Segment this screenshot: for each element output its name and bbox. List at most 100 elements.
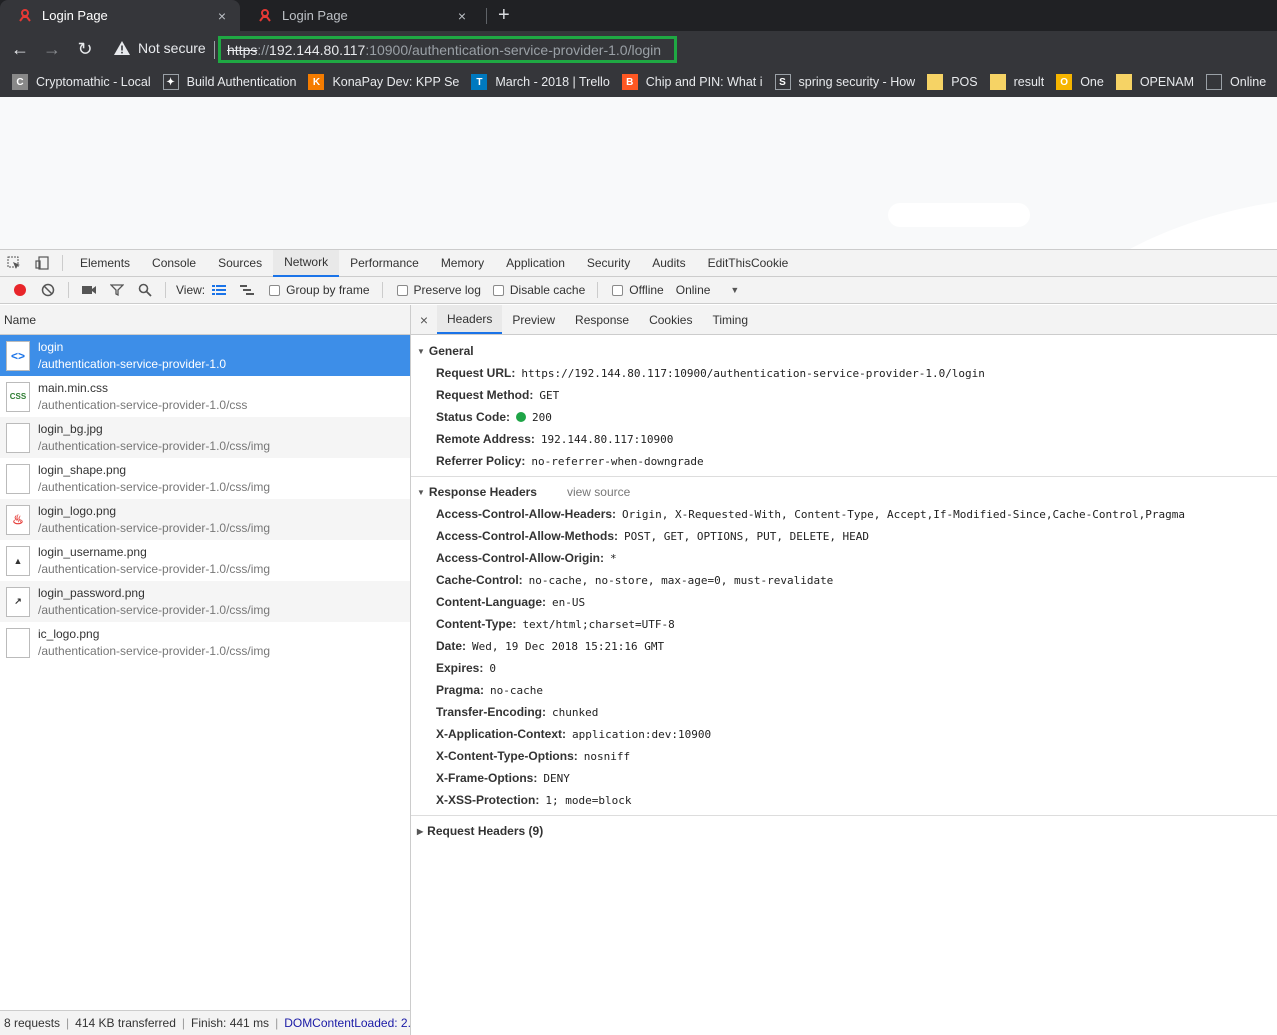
header-name: Access-Control-Allow-Methods: bbox=[436, 529, 619, 543]
devtools-tab-sources[interactable]: Sources bbox=[207, 250, 273, 277]
record-icon[interactable] bbox=[11, 281, 29, 299]
device-toolbar-icon[interactable] bbox=[33, 254, 51, 272]
devtools-tab-editthiscookie[interactable]: EditThisCookie bbox=[697, 250, 800, 277]
tab-close-icon[interactable]: × bbox=[214, 8, 230, 24]
security-indicator[interactable]: Not secure bbox=[114, 40, 206, 56]
request-text: login_logo.png/authentication-service-pr… bbox=[38, 503, 270, 537]
request-row[interactable]: ▲ login_username.png/authentication-servi… bbox=[0, 540, 410, 581]
header-row: Date: Wed, 19 Dec 2018 15:21:16 GMT bbox=[411, 635, 1277, 657]
file-type-icon: ↗ bbox=[6, 586, 30, 617]
browser-tab-active[interactable]: Login Page × bbox=[0, 0, 240, 31]
preserve-log-checkbox[interactable]: Preserve log bbox=[396, 283, 481, 297]
reload-button[interactable]: ↻ bbox=[73, 37, 97, 61]
bookmark-item[interactable]: POS bbox=[927, 74, 978, 90]
request-row[interactable]: CSS main.min.css/authentication-service-p… bbox=[0, 376, 410, 417]
waterfall-overview-icon[interactable] bbox=[238, 281, 256, 299]
request-text: login_username.png/authentication-servic… bbox=[38, 544, 270, 578]
tab-close-icon[interactable]: × bbox=[454, 8, 470, 24]
dom-content-loaded-time: DOMContentLoaded: 2... bbox=[284, 1016, 411, 1030]
address-bar[interactable]: https://192.144.80.117:10900/authenticat… bbox=[218, 36, 677, 63]
request-name: ic_logo.png bbox=[38, 626, 100, 641]
new-tab-button[interactable]: + bbox=[498, 3, 510, 27]
screenshot-camera-icon[interactable] bbox=[80, 281, 98, 299]
bookmark-item[interactable]: T March - 2018 | Trello bbox=[471, 74, 610, 90]
devtools-tab-elements[interactable]: Elements bbox=[69, 250, 141, 277]
bookmark-item[interactable]: B Chip and PIN: What i bbox=[621, 74, 763, 90]
tab-title: Login Page bbox=[282, 8, 348, 23]
checkbox-box[interactable] bbox=[492, 284, 504, 296]
header-name: X-Application-Context: bbox=[436, 727, 566, 741]
request-row[interactable]: ↗ login_password.png/authentication-servi… bbox=[0, 581, 410, 622]
request-text: login_shape.png/authentication-service-p… bbox=[38, 462, 270, 496]
bookmark-item[interactable]: Online bbox=[1206, 74, 1266, 90]
detail-tab-response[interactable]: Response bbox=[565, 305, 639, 334]
back-button[interactable]: ← bbox=[8, 37, 32, 61]
column-header-name[interactable]: Name bbox=[0, 305, 410, 335]
clear-icon[interactable] bbox=[39, 281, 57, 299]
header-name: Date: bbox=[436, 639, 467, 653]
detail-tab-timing[interactable]: Timing bbox=[702, 305, 758, 334]
request-row[interactable]: login_shape.png/authentication-service-p… bbox=[0, 458, 410, 499]
forward-button[interactable]: → bbox=[40, 37, 64, 61]
request-row[interactable]: ic_logo.png/authentication-service-provi… bbox=[0, 622, 410, 663]
bookmark-item[interactable]: C Cryptomathic - Local bbox=[12, 74, 151, 90]
bookmark-label: spring security - How bbox=[798, 75, 916, 89]
bookmark-item[interactable]: ✦ Build Authentication bbox=[162, 74, 296, 90]
bookmark-favicon-icon bbox=[989, 74, 1006, 90]
search-icon[interactable] bbox=[136, 281, 154, 299]
warning-icon bbox=[114, 41, 130, 55]
bookmark-label: Chip and PIN: What i bbox=[645, 75, 763, 89]
request-name: login_logo.png bbox=[38, 503, 117, 518]
devtools-tab-performance[interactable]: Performance bbox=[339, 250, 430, 277]
header-name: Request URL: bbox=[436, 366, 516, 380]
filter-icon[interactable] bbox=[108, 281, 126, 299]
network-toolbar: View: Group by frame Preserve log Disabl… bbox=[0, 277, 1277, 304]
devtools-tab-security[interactable]: Security bbox=[576, 250, 641, 277]
checkbox-box[interactable] bbox=[396, 284, 408, 296]
header-value: no-cache bbox=[490, 683, 544, 697]
header-row: Access-Control-Allow-Origin: * bbox=[411, 547, 1277, 569]
devtools-tab-network[interactable]: Network bbox=[273, 249, 340, 277]
offline-checkbox[interactable]: Offline bbox=[612, 283, 664, 297]
header-value: no-referrer-when-downgrade bbox=[531, 454, 704, 468]
bookmark-label: POS bbox=[951, 75, 978, 89]
view-source-link[interactable]: view source bbox=[567, 485, 630, 499]
header-row: Expires: 0 bbox=[411, 657, 1277, 679]
page-viewport bbox=[0, 97, 1277, 249]
checkbox-box[interactable] bbox=[612, 284, 624, 296]
large-rows-icon[interactable] bbox=[210, 281, 228, 299]
response-headers-section-header[interactable]: ▼ Response Headers view source bbox=[411, 481, 1277, 503]
response-header-rows: Access-Control-Allow-Headers: Origin, X-R… bbox=[411, 503, 1277, 811]
file-type-icon bbox=[6, 463, 30, 494]
checkbox-box[interactable] bbox=[269, 284, 281, 296]
request-text: ic_logo.png/authentication-service-provi… bbox=[38, 626, 270, 660]
devtools-tab-audits[interactable]: Audits bbox=[641, 250, 696, 277]
bookmark-item[interactable]: result bbox=[989, 74, 1044, 90]
browser-tab[interactable]: Login Page × bbox=[240, 0, 480, 31]
request-row[interactable]: login_bg.jpg/authentication-service-prov… bbox=[0, 417, 410, 458]
devtools-tab-memory[interactable]: Memory bbox=[430, 250, 495, 277]
detail-tab-preview[interactable]: Preview bbox=[502, 305, 565, 334]
throttling-select[interactable]: Online ▼ bbox=[676, 283, 740, 297]
request-row[interactable]: <> login/authentication-service-provider-… bbox=[0, 335, 410, 376]
header-value: Origin, X-Requested-With, Content-Type, … bbox=[622, 507, 1185, 521]
inspect-element-icon[interactable] bbox=[5, 254, 23, 272]
header-row: Cache-Control: no-cache, no-store, max-ag… bbox=[411, 569, 1277, 591]
request-path: /authentication-service-provider-1.0/css… bbox=[38, 561, 271, 576]
bookmark-label: Cryptomathic - Local bbox=[36, 75, 151, 89]
close-detail-icon[interactable]: × bbox=[411, 312, 437, 328]
detail-tab-cookies[interactable]: Cookies bbox=[639, 305, 702, 334]
disable-cache-checkbox[interactable]: Disable cache bbox=[492, 283, 585, 297]
devtools-tab-console[interactable]: Console bbox=[141, 250, 207, 277]
detail-tab-headers[interactable]: Headers bbox=[437, 305, 503, 334]
devtools-tab-application[interactable]: Application bbox=[495, 250, 576, 277]
bookmark-favicon-icon bbox=[927, 74, 944, 90]
request-row[interactable]: ♨ login_logo.png/authentication-service-p… bbox=[0, 499, 410, 540]
bookmark-item[interactable]: Sspring security - How bbox=[774, 74, 916, 90]
bookmark-item[interactable]: K KonaPay Dev: KPP Se bbox=[308, 74, 459, 90]
group-by-frame-checkbox[interactable]: Group by frame bbox=[269, 283, 370, 297]
request-headers-section-header[interactable]: ▶ Request Headers (9) bbox=[411, 820, 1277, 842]
general-section-header[interactable]: ▼ General bbox=[411, 340, 1277, 362]
bookmark-item[interactable]: OPENAM bbox=[1115, 74, 1194, 90]
bookmark-item[interactable]: O One bbox=[1056, 74, 1104, 90]
